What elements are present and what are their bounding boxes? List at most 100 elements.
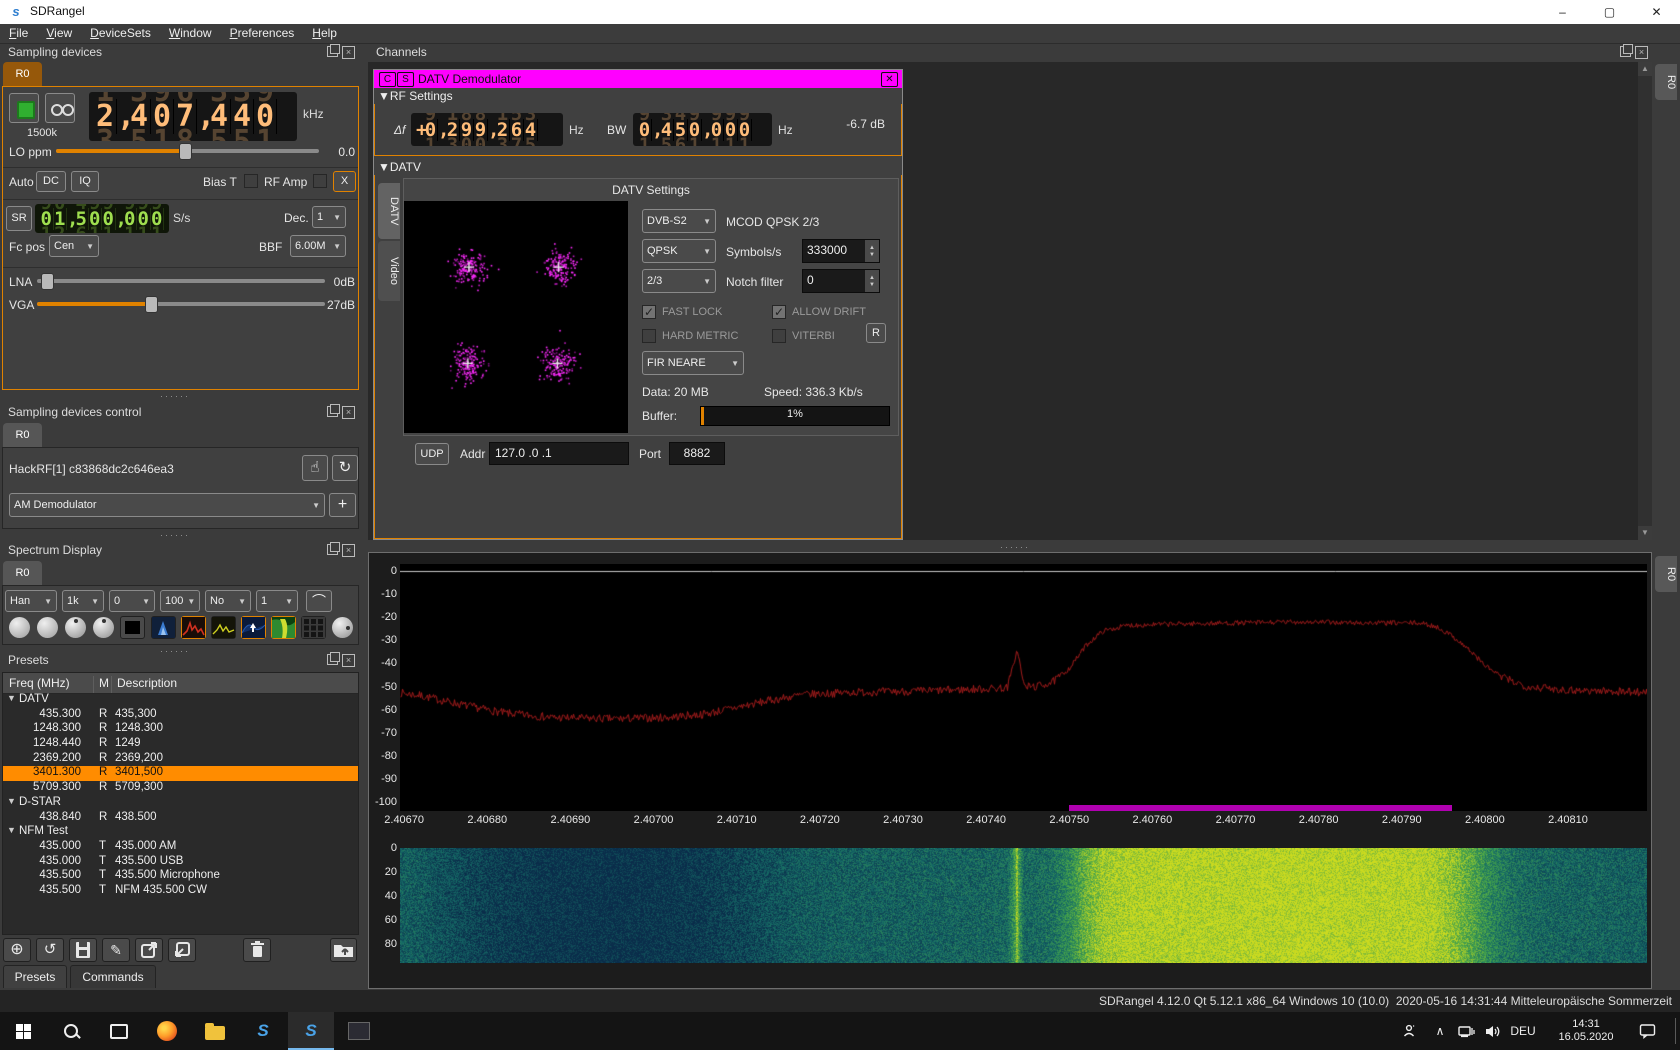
lo-ppm-slider[interactable] bbox=[56, 141, 319, 161]
viterbi-checkbox[interactable] bbox=[772, 329, 786, 343]
taskbar-app-dark[interactable] bbox=[336, 1012, 382, 1050]
triangle-down-icon[interactable]: ▼ bbox=[7, 825, 16, 835]
splitter-handle[interactable]: ······ bbox=[160, 393, 190, 399]
hard-metric-checkbox[interactable] bbox=[642, 329, 656, 343]
fft-knob[interactable] bbox=[332, 617, 353, 638]
dial-digit[interactable]: 0 bbox=[638, 119, 652, 141]
port-input[interactable]: 8882 bbox=[669, 442, 725, 465]
preset-row[interactable]: 435.000T435.000 AM bbox=[3, 840, 358, 855]
undock-icon[interactable] bbox=[327, 406, 338, 417]
transverter-button[interactable]: X bbox=[333, 171, 356, 192]
close-panel-icon[interactable]: × bbox=[342, 654, 355, 667]
taskbar-search-button[interactable] bbox=[48, 1012, 94, 1050]
preset-import-button[interactable] bbox=[168, 938, 196, 962]
lna-slider[interactable] bbox=[37, 271, 325, 291]
tab-commands[interactable]: Commands bbox=[70, 965, 156, 988]
col-mode[interactable]: M bbox=[99, 676, 109, 690]
decay-knob[interactable] bbox=[93, 617, 114, 638]
preset-row[interactable]: 2369.200R2369,200 bbox=[3, 752, 358, 767]
preset-new-button[interactable]: ⊕ bbox=[3, 938, 31, 962]
dial-digit[interactable]: 0 bbox=[710, 119, 724, 141]
preset-row[interactable]: 435.500TNFM 435.500 CW bbox=[3, 884, 358, 899]
dial-digit[interactable]: 0 bbox=[151, 208, 165, 230]
close-panel-icon[interactable]: × bbox=[342, 544, 355, 557]
rf-amp-checkbox[interactable] bbox=[313, 174, 327, 188]
lo-ppm-slider-thumb[interactable] bbox=[179, 143, 192, 160]
taskbar-firefox[interactable] bbox=[144, 1012, 190, 1050]
dial-digit[interactable]: 0 bbox=[40, 208, 54, 230]
preset-row[interactable]: 5709.300R5709,300 bbox=[3, 781, 358, 796]
preset-save-button[interactable] bbox=[69, 938, 97, 962]
menu-item-file[interactable]: File bbox=[0, 24, 37, 42]
device-reload-button[interactable]: ↻ bbox=[332, 455, 358, 481]
center-frequency-dial[interactable]: 2,407,440 bbox=[89, 92, 297, 141]
dial-digit[interactable]: 2 bbox=[496, 119, 510, 141]
filter-select[interactable]: FIR NEARE▼ bbox=[642, 351, 744, 375]
action-center-button[interactable] bbox=[1630, 1012, 1664, 1050]
splitter-handle[interactable]: ······ bbox=[1000, 544, 1030, 550]
dial-digit[interactable]: 6 bbox=[510, 119, 524, 141]
splitter-handle[interactable]: ······ bbox=[160, 532, 190, 538]
bbf-select[interactable]: 6.00M▼ bbox=[290, 235, 346, 257]
triangle-down-icon[interactable]: ▼ bbox=[7, 796, 16, 806]
preset-row[interactable]: 435.300R435,300 bbox=[3, 708, 358, 723]
col-freq[interactable]: Freq (MHz) bbox=[9, 676, 70, 690]
tab-presets[interactable]: Presets bbox=[3, 965, 67, 988]
spin-arrows-icon[interactable]: ▲▼ bbox=[865, 240, 879, 262]
minimize-button[interactable]: – bbox=[1539, 0, 1586, 24]
spectrum-tab-r0[interactable]: R0 bbox=[1655, 556, 1677, 592]
undock-icon[interactable] bbox=[1620, 46, 1631, 57]
datv-titlebar[interactable]: C S DATV Demodulator ✕ bbox=[374, 70, 902, 88]
taskbar-clock[interactable]: 14:3116.05.2020 bbox=[1548, 1012, 1624, 1050]
dial-digit[interactable]: 9 bbox=[474, 119, 488, 141]
show-desktop-strip[interactable] bbox=[1675, 1018, 1676, 1044]
maximize-button[interactable]: ▢ bbox=[1586, 0, 1633, 24]
addr-input[interactable]: 127.0 .0 .1 bbox=[489, 442, 629, 465]
dial-digit[interactable]: 9 bbox=[460, 119, 474, 141]
spectrum-display-tab-r0[interactable]: R0 bbox=[3, 561, 42, 585]
network-tray-icon[interactable] bbox=[1452, 1012, 1480, 1050]
dial-digit[interactable]: 4 bbox=[524, 119, 538, 141]
bw-dial[interactable]: 0,450,000 bbox=[633, 113, 772, 146]
add-channel-button[interactable]: + bbox=[329, 493, 356, 517]
scroll-down-icon[interactable]: ▼ bbox=[1638, 526, 1652, 540]
channel-color-button[interactable]: C bbox=[379, 72, 396, 87]
dial-digit[interactable]: 4 bbox=[660, 119, 674, 141]
bias-t-checkbox[interactable] bbox=[244, 174, 258, 188]
undock-icon[interactable] bbox=[327, 654, 338, 665]
rf-settings-rollup[interactable]: ▼RF Settings bbox=[378, 89, 453, 103]
triangle-down-icon[interactable]: ▼ bbox=[7, 693, 16, 703]
dial-digit[interactable]: 0 bbox=[151, 99, 174, 134]
close-panel-icon[interactable]: × bbox=[342, 406, 355, 419]
spin-arrows-icon[interactable]: ▲▼ bbox=[865, 270, 879, 292]
channel-type-select[interactable]: AM Demodulator▼ bbox=[9, 493, 325, 517]
menu-item-devicesets[interactable]: DeviceSets bbox=[81, 24, 160, 42]
datv-tab[interactable]: DATV bbox=[378, 183, 400, 239]
dial-digit[interactable]: 4 bbox=[231, 99, 254, 134]
close-panel-icon[interactable]: × bbox=[342, 46, 355, 59]
max-hold-button[interactable] bbox=[181, 616, 206, 639]
preset-load-button[interactable] bbox=[330, 938, 357, 962]
ref-level-knob[interactable] bbox=[9, 617, 30, 638]
taskbar-explorer[interactable] bbox=[192, 1012, 238, 1050]
preset-export-button[interactable] bbox=[135, 938, 163, 962]
channel-settings-button[interactable]: S bbox=[397, 72, 414, 87]
preset-row[interactable]: 435.000T435.500 USB bbox=[3, 855, 358, 870]
scroll-up-icon[interactable]: ▲ bbox=[1638, 62, 1652, 76]
channels-tab-r0[interactable]: R0 bbox=[1655, 64, 1677, 100]
notch-spinbox[interactable]: 0 ▲▼ bbox=[802, 269, 880, 293]
device-control-tab-r0[interactable]: R0 bbox=[3, 423, 42, 447]
waterfall-view-button[interactable] bbox=[271, 616, 296, 639]
taskbar-sdrangel-active[interactable]: S bbox=[288, 1012, 334, 1050]
close-button[interactable]: ✕ bbox=[1633, 0, 1680, 24]
preset-group-row[interactable]: ▼DATV bbox=[3, 693, 358, 708]
dial-digit[interactable]: 0 bbox=[724, 119, 738, 141]
dial-digit[interactable]: 2 bbox=[94, 99, 117, 134]
preset-row[interactable]: 438.840R438.500 bbox=[3, 811, 358, 826]
preset-update-button[interactable]: ↺ bbox=[36, 938, 64, 962]
preset-row[interactable]: 3401.300R3401,500 bbox=[3, 766, 358, 781]
keyboard-language[interactable]: DEU bbox=[1506, 1012, 1540, 1050]
dial-digit[interactable]: 4 bbox=[128, 99, 151, 134]
vga-slider[interactable] bbox=[37, 294, 325, 314]
record-button[interactable] bbox=[45, 93, 75, 123]
